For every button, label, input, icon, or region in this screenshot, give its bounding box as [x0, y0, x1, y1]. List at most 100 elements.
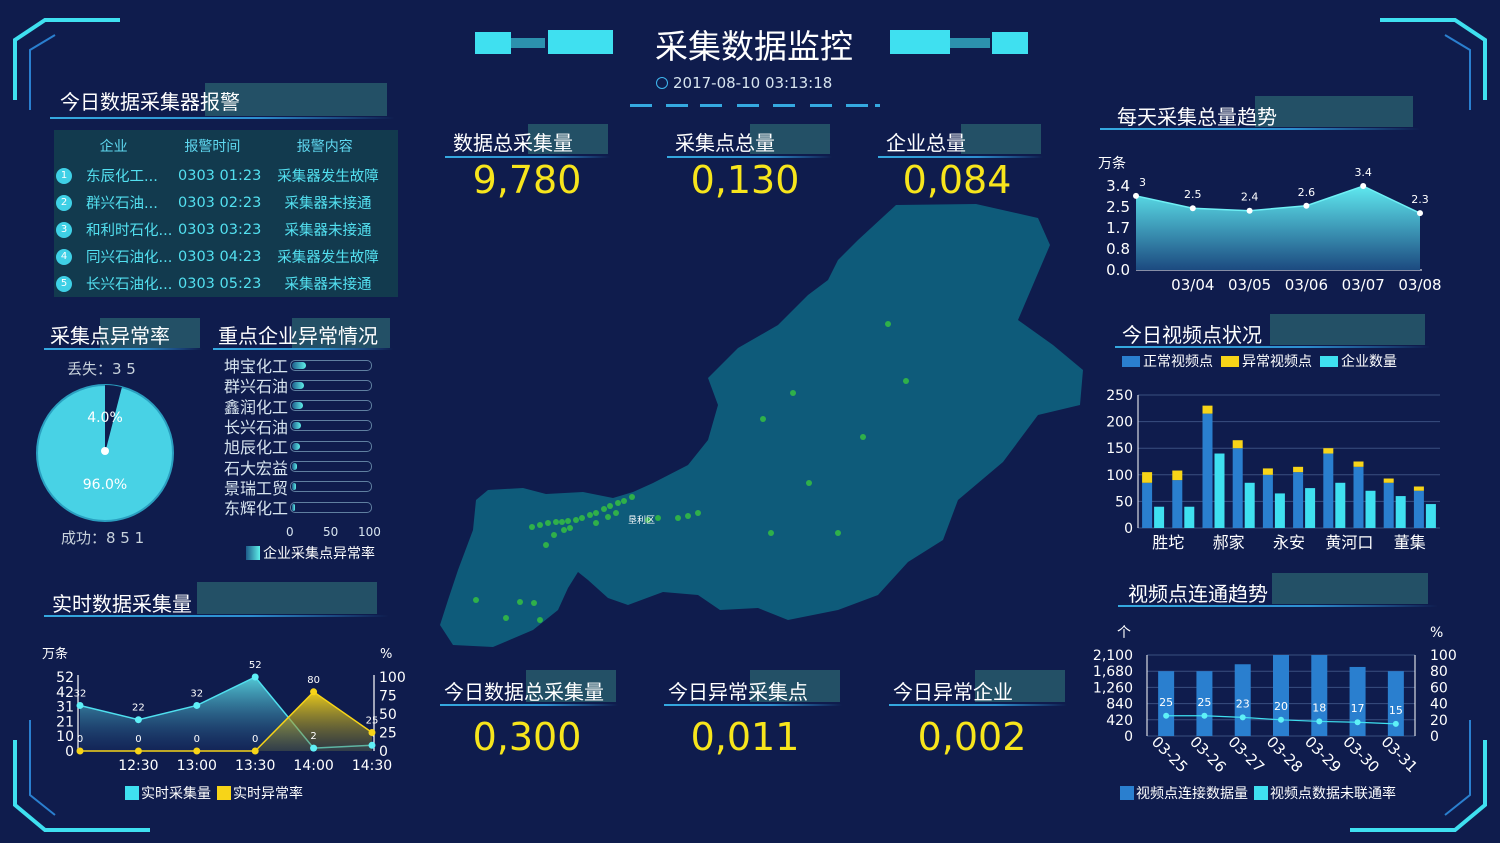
rt-y2tick: 25	[379, 726, 397, 742]
video-legend-swatch-2	[1221, 355, 1239, 367]
vt-ytick: 1,680	[1093, 664, 1133, 680]
daily-ytick: 2.5	[1106, 198, 1130, 216]
map-site-dot	[685, 513, 691, 519]
rt-xtick: 13:30	[235, 758, 275, 774]
daily-point-label: 3	[1139, 176, 1146, 189]
alarm-row[interactable]: 4 同兴石油化... 0303 04:23 采集器发生故障	[54, 243, 398, 270]
vs-bar-normal	[1142, 482, 1153, 528]
video-legend-swatch-3	[1320, 355, 1338, 367]
map-site-dot	[529, 524, 535, 530]
vs-bar-normal	[1383, 482, 1394, 528]
vtrend-legend-swatch-2	[1254, 786, 1268, 800]
stat-top-label: 企业总量	[886, 131, 966, 155]
alarm-row[interactable]: 3 和利时石化... 0303 03:23 采集器未接通	[54, 216, 398, 243]
vt-y2tick: 100	[1430, 648, 1457, 664]
map-site-dot	[503, 615, 509, 621]
vs-bar-abnormal	[1293, 466, 1304, 473]
keycomp-legend-swatch	[246, 546, 260, 560]
vt-xtick: 03-26	[1186, 733, 1230, 777]
vt-ytick: 2,100	[1093, 648, 1133, 664]
daily-point	[1417, 210, 1423, 217]
keycomp-row: 长兴石油	[214, 416, 372, 437]
keycomp-bar-track	[290, 501, 372, 513]
realtime-legend-label-1: 实时采集量	[141, 786, 211, 802]
vtrend-legend-label-1: 视频点连接数据量	[1136, 786, 1248, 802]
alarm-row-time: 0303 05:23	[178, 275, 262, 292]
rt-series-2-point	[368, 729, 376, 736]
keycomp-name: 东辉化工	[223, 499, 288, 519]
daily-point-label: 3.4	[1354, 166, 1372, 179]
map-site-dot	[790, 390, 796, 396]
alarm-row-company: 群兴石油...	[86, 196, 158, 212]
alarm-row-time: 0303 04:23	[178, 248, 262, 265]
daily-xtick: 03/07	[1342, 276, 1385, 294]
vtrend-title-underline	[1118, 605, 1438, 607]
alarm-row-number: 2	[56, 194, 72, 211]
alarm-row-content: 采集器未接通	[284, 196, 372, 212]
video-legend: 正常视频点 异常视频点 企业数量	[1122, 351, 1397, 371]
keycomp-row: 鑫润化工	[214, 396, 372, 417]
stat-top-value: 0,130	[690, 158, 800, 202]
rt-ytick: 10	[56, 729, 74, 745]
vs-bar-abnormal	[1353, 461, 1364, 467]
pie-lost-pct: 4.0%	[87, 410, 123, 426]
vs-bar-company	[1395, 496, 1406, 528]
vs-bar-abnormal	[1413, 486, 1424, 491]
vt-xtick: 03-31	[1378, 733, 1422, 777]
keycomp-row: 石大宏益	[214, 457, 372, 478]
col-company: 企业	[99, 139, 128, 155]
vs-bar-abnormal	[1142, 472, 1153, 483]
anomaly-panel-title: 采集点异常率	[50, 324, 170, 348]
vs-bar-abnormal	[1262, 468, 1273, 475]
rt-series-1-label: 52	[249, 660, 262, 671]
rt-y2tick: 100	[379, 670, 406, 686]
daily-ytick: 0.8	[1106, 240, 1130, 258]
vt-xtick: 03-29	[1301, 733, 1345, 777]
map-site-dot	[543, 542, 549, 548]
rt-series-1-label: 22	[132, 703, 145, 714]
daily-panel-title: 每天采集总量趋势	[1117, 105, 1277, 129]
keycomp-bar-fill	[292, 483, 296, 491]
daily-point-label: 2.4	[1241, 191, 1259, 204]
stat-bottom-underline	[889, 704, 1067, 706]
rt-series-2-point	[310, 688, 318, 696]
keycomp-bar-track	[290, 440, 372, 452]
alarm-row[interactable]: 1 东辰化工... 0303 01:23 采集器发生故障	[54, 162, 398, 189]
vs-xtick: 黄河口	[1325, 533, 1373, 552]
pie-success-pct: 96.0%	[83, 477, 127, 493]
rt-y2tick: 50	[379, 707, 397, 723]
alarm-row[interactable]: 2 群兴石油... 0303 02:23 采集器未接通	[54, 189, 398, 216]
map-site-dot	[553, 519, 559, 525]
vs-bar-normal	[1293, 472, 1304, 528]
vt-point	[1354, 719, 1361, 726]
daily-point-label: 2.5	[1184, 188, 1202, 201]
map-site-dot	[593, 520, 599, 526]
map-site-dot	[629, 494, 635, 500]
vs-bar-normal	[1172, 480, 1183, 528]
map-site-dot	[561, 527, 567, 533]
vs-bar-company	[1335, 482, 1346, 528]
vtrend-unit-right: %	[1430, 625, 1443, 641]
col-time: 报警时间	[184, 139, 241, 155]
vs-bar-normal	[1413, 490, 1424, 528]
keycomp-bar-track	[290, 359, 372, 371]
rt-series-1-point	[193, 701, 201, 709]
keycomp-bar-fill	[292, 402, 303, 410]
vs-bar-abnormal	[1383, 478, 1394, 483]
map-site-dot	[531, 600, 537, 606]
rt-y2tick: 75	[379, 689, 397, 705]
vt-point-label: 23	[1236, 697, 1250, 710]
stat-bottom-value: 0,002	[917, 715, 1027, 759]
realtime-legend-swatch-2	[217, 786, 231, 800]
alarm-row-time: 0303 01:23	[178, 167, 262, 184]
vs-bar-company	[1214, 453, 1225, 528]
map-site-dot	[615, 500, 621, 506]
video-legend-label-2: 异常视频点	[1242, 354, 1312, 370]
keycomp-panel-title: 重点企业异常情况	[218, 324, 378, 348]
vt-point-label: 20	[1274, 700, 1288, 713]
map-site-dot	[835, 530, 841, 536]
map-site-dot	[593, 510, 599, 516]
alarm-row-company: 和利时石化...	[86, 223, 173, 239]
realtime-title-underline	[44, 615, 389, 617]
alarm-row[interactable]: 5 长兴石油化... 0303 05:23 采集器未接通	[54, 270, 398, 297]
